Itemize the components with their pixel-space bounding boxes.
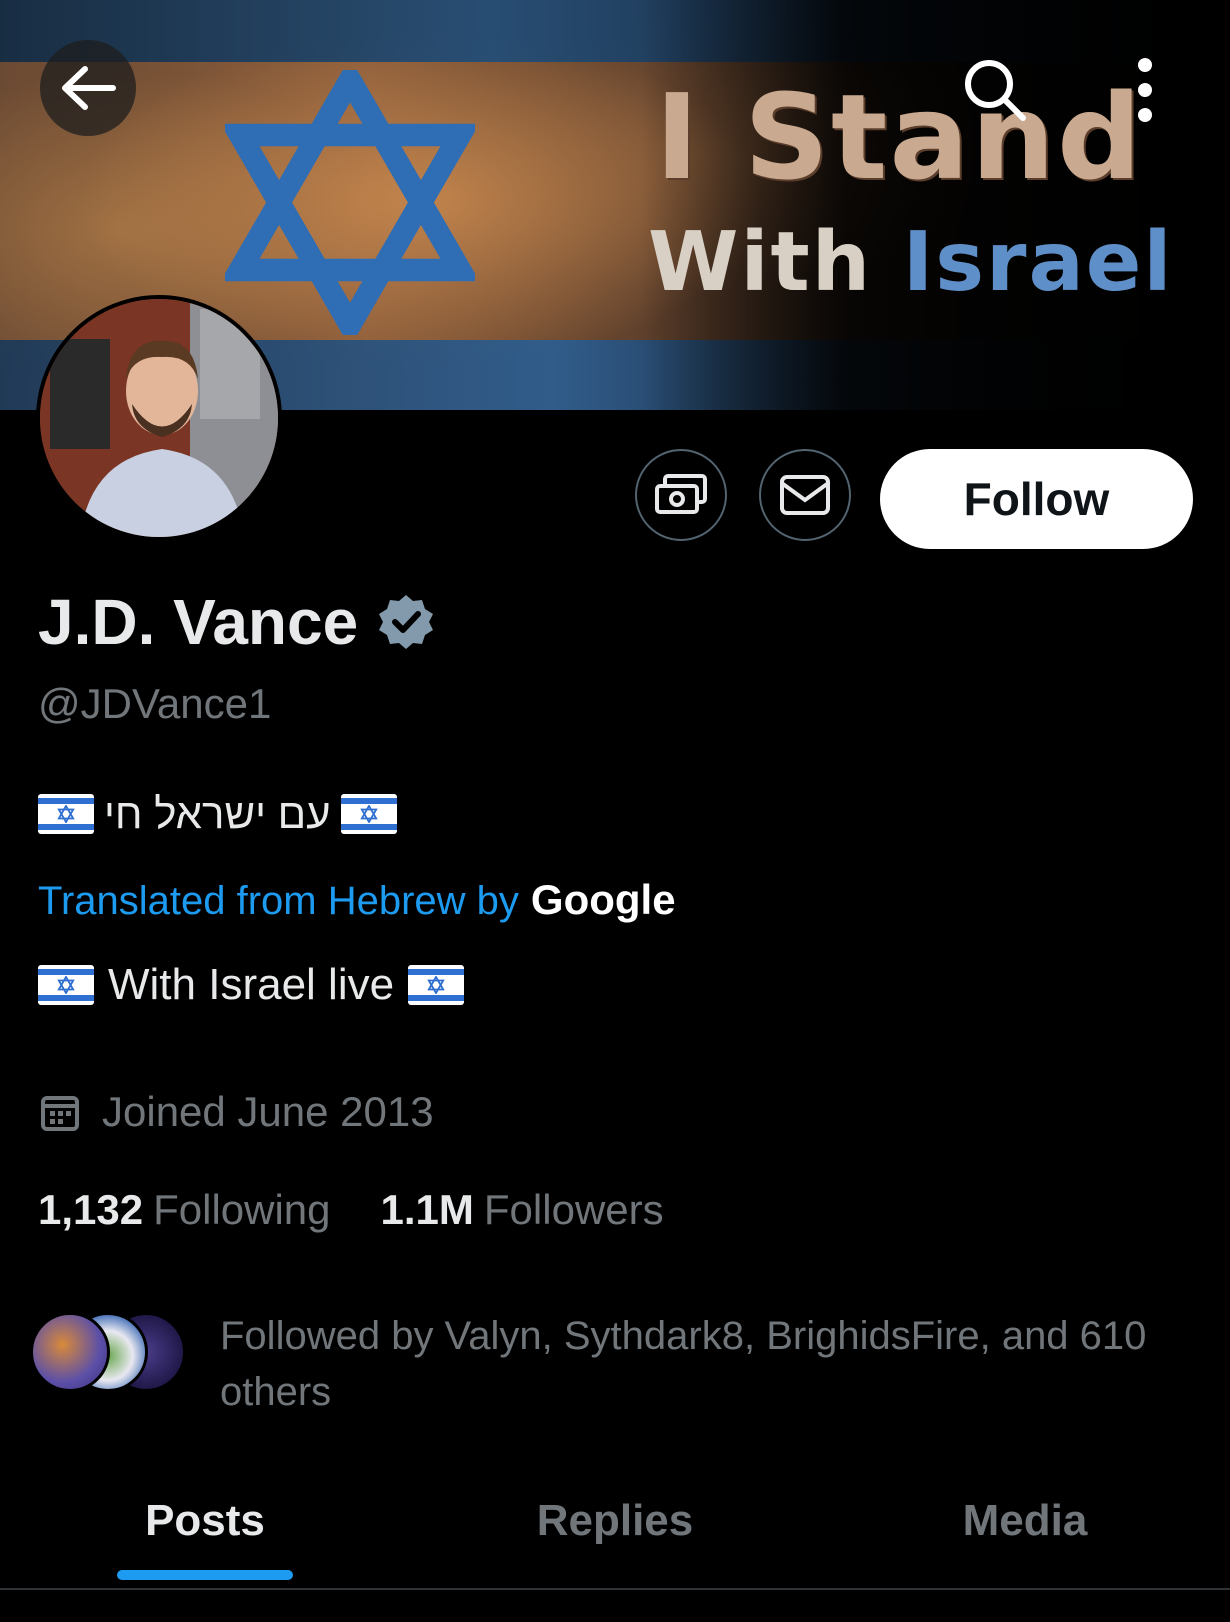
bio: עם ישראל חי [38, 790, 397, 838]
joined-text: Joined June 2013 [102, 1088, 434, 1135]
verified-badge-icon[interactable] [376, 592, 436, 652]
followed-by-text: Followed by Valyn, Sythdark8, BrighidsFi… [220, 1314, 1147, 1414]
follow-stats: 1,132 Following 1.1M Followers [38, 1186, 714, 1234]
profile-avatar[interactable] [36, 295, 282, 541]
following-link[interactable]: 1,132 Following [38, 1186, 331, 1234]
israel-flag-icon [38, 965, 94, 1005]
israel-flag-icon [408, 965, 465, 1005]
user-handle: @JDVance1 [38, 680, 272, 727]
tab-media[interactable]: Media [820, 1460, 1230, 1588]
back-button[interactable] [40, 40, 136, 136]
israel-flag-icon [38, 794, 94, 834]
back-arrow-icon [62, 66, 116, 110]
search-button[interactable] [955, 50, 1035, 130]
followed-by[interactable]: Followed by Valyn, Sythdark8, BrighidsFi… [30, 1308, 1210, 1420]
followers-link[interactable]: 1.1M Followers [381, 1186, 664, 1234]
mutual-followers-avatars [30, 1308, 186, 1392]
translated-link[interactable]: Translated from Hebrew by Google [38, 876, 676, 924]
tab-posts[interactable]: Posts [0, 1460, 410, 1588]
profile-name-row: J.D. Vance [38, 585, 436, 659]
following-count: 1,132 [38, 1186, 144, 1233]
translated-bio: With Israel live [38, 960, 465, 1010]
mail-icon [780, 475, 830, 515]
banner-slogan-line1: I Stand [655, 68, 1144, 206]
display-name: J.D. Vance [38, 586, 359, 658]
tab-replies[interactable]: Replies [410, 1460, 820, 1588]
tab-media-label: Media [962, 1496, 1088, 1545]
banner-slogan-line2: With Israel [648, 215, 1174, 310]
following-label: Following [153, 1186, 331, 1233]
translated-label: Translated from Hebrew by [38, 879, 519, 923]
message-button[interactable] [759, 449, 851, 541]
followers-count: 1.1M [380, 1186, 474, 1233]
tab-replies-label: Replies [536, 1496, 694, 1545]
more-vertical-icon [1138, 58, 1152, 122]
bio-text: עם ישראל חי [104, 790, 331, 837]
active-tab-indicator [117, 1570, 293, 1580]
tab-posts-label: Posts [145, 1496, 265, 1545]
calendar-icon [41, 1096, 79, 1131]
star-of-david-icon [225, 70, 475, 335]
follow-button[interactable]: Follow [880, 449, 1193, 549]
avatar [30, 1312, 110, 1392]
more-options-button[interactable] [1115, 50, 1175, 130]
joined-date: Joined June 2013 [40, 1088, 434, 1136]
avatar-photo [40, 299, 278, 537]
search-icon [965, 60, 1026, 121]
tip-button[interactable] [635, 449, 727, 541]
translated-bio-text: With Israel live [108, 960, 395, 1009]
profile-tabs: Posts Replies Media [0, 1460, 1230, 1590]
money-icon [655, 474, 707, 514]
israel-flag-icon [340, 794, 397, 834]
google-logo: Google [530, 876, 676, 923]
followers-label: Followers [483, 1186, 664, 1233]
